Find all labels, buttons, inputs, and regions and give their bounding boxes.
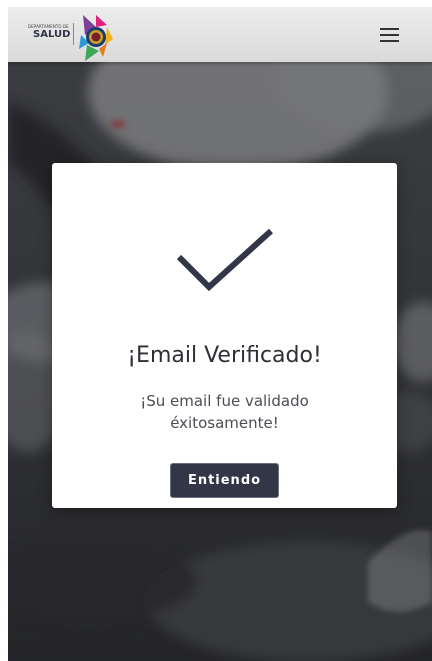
modal-message: ¡Su email fue validado éxitosamente!: [52, 390, 397, 434]
salud-logo[interactable]: DEPARTAMENTO DE SALUD: [26, 13, 118, 63]
confirm-button[interactable]: Entiendo: [170, 463, 279, 498]
check-icon: [176, 228, 274, 292]
hamburger-menu-icon-bar-middle: [380, 34, 399, 36]
verification-modal: ¡Email Verificado! ¡Su email fue validad…: [52, 163, 397, 508]
hamburger-menu-icon-bar-bottom: [380, 40, 399, 42]
hamburger-menu-icon-bar-top: [380, 28, 399, 30]
menu-button[interactable]: [377, 24, 403, 46]
app-frame: DEPARTAMENTO DE SALUD ¡Email Verificado!…: [8, 7, 432, 661]
logo-salud-text: SALUD: [33, 29, 71, 40]
modal-message-line-2: éxitosamente!: [170, 414, 279, 432]
modal-title: ¡Email Verificado!: [127, 343, 322, 368]
seal-logo-icon: [79, 15, 113, 61]
top-header: DEPARTAMENTO DE SALUD: [8, 7, 432, 62]
modal-message-line-1: ¡Su email fue validado: [140, 392, 309, 410]
logo-divider: [73, 23, 74, 45]
